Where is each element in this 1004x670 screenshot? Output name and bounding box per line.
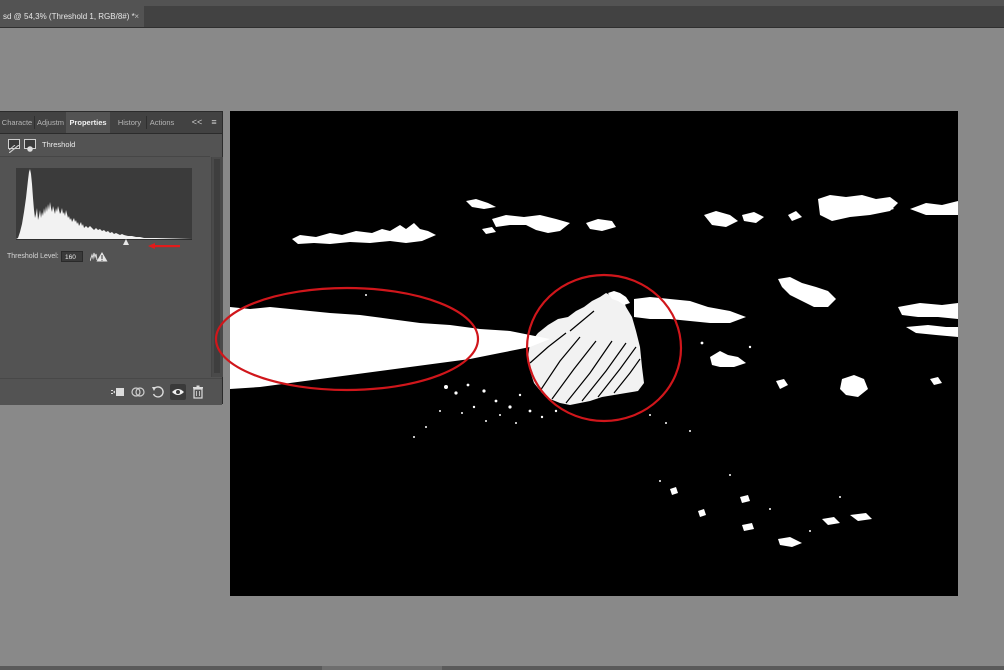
- threshold-level-label: Threshold Level:: [7, 253, 59, 260]
- panel-scrollbar[interactable]: [211, 157, 223, 377]
- properties-panel: Characte Adjustm Properties History Acti…: [0, 111, 223, 405]
- tab-adjustments[interactable]: Adjustm: [35, 112, 66, 133]
- close-icon[interactable]: ×: [134, 6, 139, 27]
- bottom-scroll-strip: [0, 666, 1004, 670]
- threshold-adjustment-icon[interactable]: [8, 139, 20, 154]
- visibility-eye-icon[interactable]: [170, 384, 186, 400]
- document-canvas[interactable]: [230, 111, 958, 596]
- panel-tab-bar: Characte Adjustm Properties History Acti…: [0, 112, 222, 134]
- red-arrow-annotation-icon: [148, 243, 180, 249]
- delete-trash-icon[interactable]: [190, 384, 206, 400]
- threshold-level-input[interactable]: 160: [61, 251, 83, 262]
- threshold-histogram: [16, 168, 192, 239]
- view-previous-state-icon[interactable]: [130, 384, 146, 400]
- panel-menu-icon[interactable]: ≡: [207, 112, 221, 133]
- threshold-image: [230, 195, 958, 547]
- threshold-slider-thumb[interactable]: [123, 239, 130, 245]
- tab-history[interactable]: History: [113, 112, 146, 133]
- histogram-warning-icon[interactable]: [90, 251, 108, 262]
- properties-header: Threshold: [0, 134, 222, 156]
- reset-icon[interactable]: [150, 384, 166, 400]
- clip-to-layer-icon[interactable]: [110, 384, 126, 400]
- properties-footer: [0, 378, 222, 405]
- adjustment-title: Threshold: [42, 140, 76, 149]
- document-tab-title: sd @ 54,3% (Threshold 1, RGB/8#) *: [3, 12, 135, 21]
- tab-properties[interactable]: Properties: [66, 112, 110, 133]
- collapse-panel-icon[interactable]: <<: [190, 112, 204, 133]
- threshold-slider-track[interactable]: [16, 239, 192, 240]
- document-tab-bar: sd @ 54,3% (Threshold 1, RGB/8#) * ×: [0, 6, 1004, 28]
- layer-mask-icon[interactable]: [24, 139, 36, 152]
- tab-actions[interactable]: Actions: [147, 112, 177, 133]
- document-tab[interactable]: sd @ 54,3% (Threshold 1, RGB/8#) * ×: [0, 6, 144, 27]
- tab-character[interactable]: Characte: [0, 112, 34, 133]
